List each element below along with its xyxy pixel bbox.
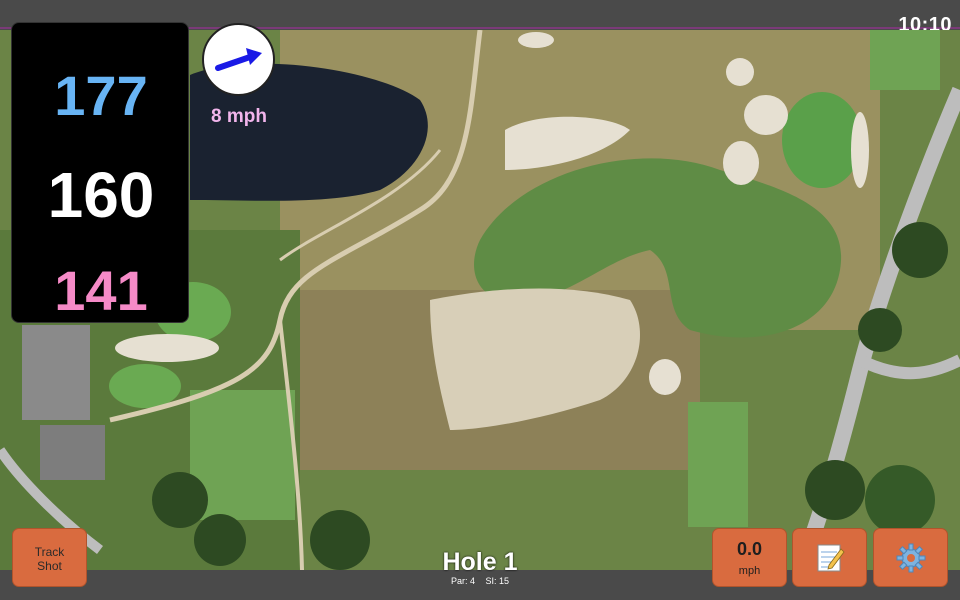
yardage-panel: 177 160 141 <box>11 22 189 323</box>
speed-button[interactable]: 0.0 mph <box>712 528 787 587</box>
wind-indicator <box>202 23 275 96</box>
track-shot-label-line1: Track <box>34 545 65 559</box>
speed-value: 0.0 <box>736 539 763 559</box>
back-yardage: 177 <box>54 64 148 127</box>
wind-speed: 8 mph <box>211 106 267 127</box>
settings-button[interactable] <box>873 528 948 587</box>
gear-icon <box>896 543 925 572</box>
hole-par: Par: 4 <box>450 576 475 586</box>
center-yardage: 160 <box>47 159 155 231</box>
hole-info: Par: 4 SI: 15 <box>400 576 560 586</box>
arrow-right-icon <box>215 48 262 71</box>
track-shot-label-line2: Shot <box>37 559 62 573</box>
notes-button[interactable] <box>792 528 867 587</box>
front-yardage: 141 <box>54 259 148 322</box>
speed-unit: mph <box>738 565 761 577</box>
notepad-icon <box>817 544 845 571</box>
hole-title: Hole 1 <box>442 548 518 576</box>
track-shot-button[interactable]: Track Shot <box>12 528 87 587</box>
hole-stroke-index: SI: 15 <box>485 576 510 586</box>
